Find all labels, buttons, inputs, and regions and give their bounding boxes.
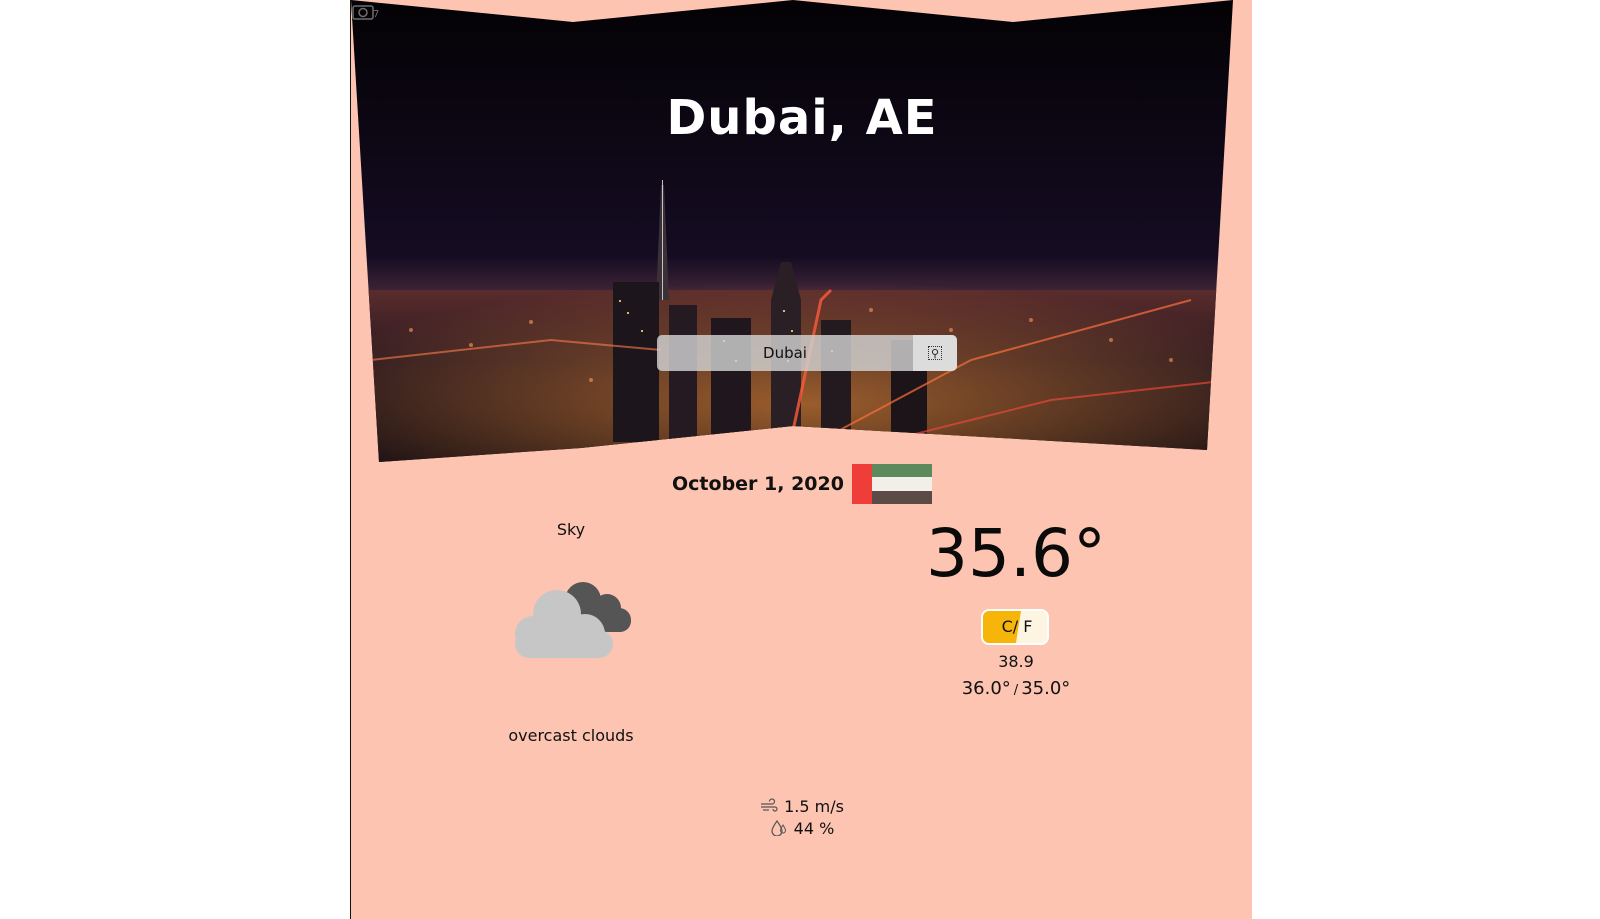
svg-text:7: 7 — [373, 9, 379, 20]
sky-panel: Sky overcast clouds — [491, 520, 651, 745]
wind-icon — [761, 798, 778, 812]
camera-icon: 7 — [352, 5, 379, 20]
wind-row: 1.5 m/s — [711, 795, 893, 817]
search-bar: ⚲ — [657, 335, 957, 371]
weather-card: Dubai, AE ⚲ 7 October 1, 2020 — [350, 0, 1252, 919]
city-hero-image: Dubai, AE ⚲ 7 — [351, 0, 1253, 466]
flag-red-band — [851, 464, 872, 504]
sky-label: Sky — [556, 520, 586, 539]
flag-white-band — [871, 477, 932, 491]
humidity-icon — [771, 820, 786, 836]
dubai-night-skyline — [351, 0, 1233, 462]
min-max-separator: / — [1013, 683, 1019, 698]
weather-stats: 1.5 m/s 44 % — [711, 795, 893, 839]
search-icon: ⚲ — [928, 346, 942, 360]
sky-description: overcast clouds — [508, 726, 634, 745]
temperature-panel: 35.6° C/ F 38.9 36.0°/35.0° — [901, 515, 1131, 699]
wind-speed: 1.5 m/s — [784, 796, 844, 816]
unit-toggle[interactable]: C/ F — [981, 609, 1049, 645]
current-temperature: 35.6° — [926, 515, 1106, 592]
flag-black-band — [871, 490, 932, 504]
uae-flag — [851, 464, 932, 504]
min-max-temperature: 36.0°/35.0° — [901, 678, 1131, 699]
humidity-row: 44 % — [711, 817, 893, 839]
date-label: October 1, 2020 — [672, 473, 844, 495]
min-temperature: 35.0° — [1021, 678, 1071, 699]
page: Dubai, AE ⚲ 7 October 1, 2020 — [0, 0, 1600, 919]
humidity-value: 44 % — [793, 818, 835, 838]
max-temperature: 36.0° — [961, 678, 1011, 699]
city-search-input[interactable] — [657, 335, 913, 371]
unit-toggle-label: C/ F — [1001, 617, 1033, 636]
flag-green-band — [871, 464, 932, 478]
feels-like-value: 38.9 — [998, 652, 1034, 671]
overcast-clouds-icon — [515, 582, 631, 658]
search-button[interactable]: ⚲ — [913, 335, 957, 371]
city-title: Dubai, AE — [666, 90, 938, 146]
date-row: October 1, 2020 — [351, 463, 1253, 505]
